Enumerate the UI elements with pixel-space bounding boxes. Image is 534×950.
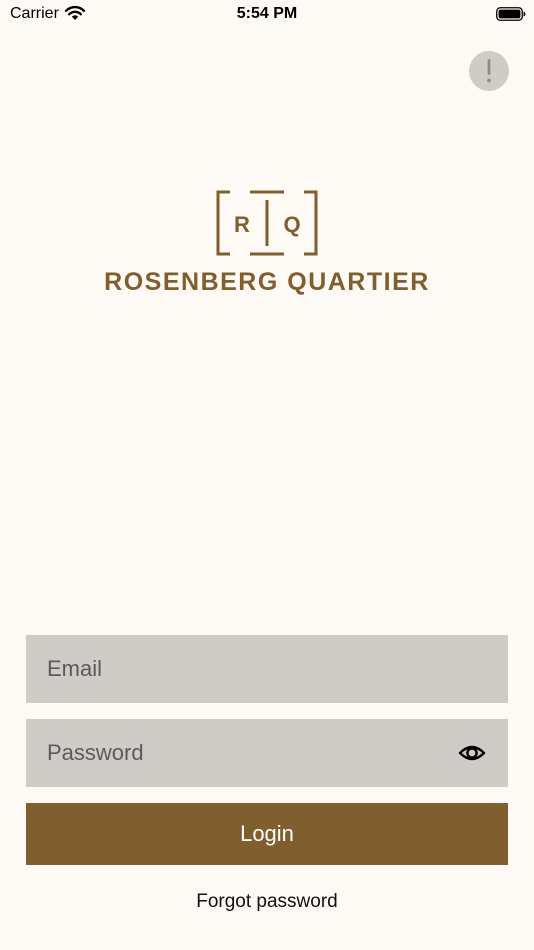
eye-icon[interactable] [458,741,486,765]
email-field-container [26,635,508,703]
brand-logo: R Q ROSENBERG QUARTIER [0,190,534,297]
status-time: 5:54 PM [236,5,298,22]
password-field-container [26,719,508,787]
logo-letter-q: Q [283,212,300,237]
brand-name: ROSENBERG QUARTIER [104,268,430,296]
login-button[interactable]: Login [26,803,508,865]
logo-letter-r: R [234,212,250,237]
password-input[interactable] [26,719,508,787]
battery-icon [496,7,526,21]
email-input[interactable] [26,635,508,703]
alert-button[interactable] [469,51,509,91]
logo-mark: R Q [216,190,318,256]
exclamation-icon [487,59,491,83]
status-bar: Carrier 5:54 PM [0,0,534,28]
login-screen: Carrier 5:54 PM R Q ROSENBERG QUARTIER E… [0,0,534,950]
forgot-password-link[interactable]: Forgot password [0,891,534,913]
